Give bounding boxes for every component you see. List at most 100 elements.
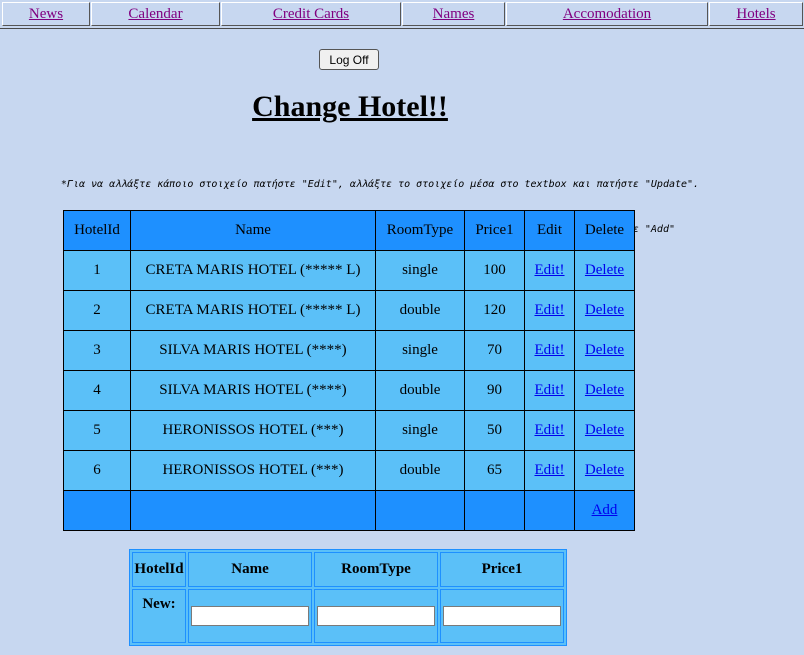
hotel-table: HotelId Name RoomType Price1 Edit Delete… (63, 210, 635, 531)
cell-delete: Delete (574, 410, 635, 451)
cell-name: HERONISSOS HOTEL (***) (130, 410, 376, 451)
header-price1: Price1 (464, 210, 525, 251)
cell-name: HERONISSOS HOTEL (***) (130, 450, 376, 491)
edit-link[interactable]: Edit! (535, 262, 565, 278)
nav-link-accomodation[interactable]: Accomodation (563, 6, 651, 22)
cell-roomtype: double (375, 450, 465, 491)
header-edit: Edit (524, 210, 575, 251)
nav-link-news[interactable]: News (29, 6, 63, 22)
cell-edit: Edit! (524, 450, 575, 491)
cell-roomtype: single (375, 250, 465, 291)
cell-hotelid: 1 (63, 250, 131, 291)
add-form-table: HotelId Name RoomType Price1 New: (129, 549, 567, 646)
table-header-row: HotelId Name RoomType Price1 Edit Delete (63, 210, 635, 251)
add-name-input[interactable] (191, 606, 309, 626)
delete-link[interactable]: Delete (585, 302, 624, 318)
footer-empty-cell (375, 490, 465, 531)
cell-name: SILVA MARIS HOTEL (****) (130, 330, 376, 371)
cell-price: 50 (464, 410, 525, 451)
nav-cell-calendar: Calendar (91, 2, 220, 26)
cell-name: SILVA MARIS HOTEL (****) (130, 370, 376, 411)
cell-hotelid: 3 (63, 330, 131, 371)
cell-delete: Delete (574, 370, 635, 411)
new-label: New: (132, 589, 186, 643)
cell-edit: Edit! (524, 250, 575, 291)
footer-empty-cell (63, 490, 131, 531)
add-header-name: Name (188, 552, 312, 587)
nav-cell-news: News (2, 2, 90, 26)
nav-cell-hotels: Hotels (709, 2, 803, 26)
edit-link[interactable]: Edit! (535, 382, 565, 398)
nav-link-calendar[interactable]: Calendar (128, 6, 182, 22)
add-header-hotelid: HotelId (132, 552, 186, 587)
delete-link[interactable]: Delete (585, 342, 624, 358)
table-footer-row: Add (63, 490, 635, 531)
add-roomtype-cell (314, 589, 438, 643)
cell-name: CRETA MARIS HOTEL (***** L) (130, 290, 376, 331)
table-row: 5 HERONISSOS HOTEL (***) single 50 Edit!… (63, 410, 635, 451)
table-row: 2 CRETA MARIS HOTEL (***** L) double 120… (63, 290, 635, 331)
cell-roomtype: double (375, 370, 465, 411)
cell-edit: Edit! (524, 330, 575, 371)
footer-empty-cell (464, 490, 525, 531)
header-roomtype: RoomType (375, 210, 465, 251)
cell-delete: Delete (574, 250, 635, 291)
cell-edit: Edit! (524, 370, 575, 411)
table-row: 6 HERONISSOS HOTEL (***) double 65 Edit!… (63, 450, 635, 491)
cell-price: 90 (464, 370, 525, 411)
cell-hotelid: 2 (63, 290, 131, 331)
cell-roomtype: single (375, 330, 465, 371)
cell-edit: Edit! (524, 290, 575, 331)
delete-link[interactable]: Delete (585, 262, 624, 278)
nav-cell-accomodation: Accomodation (506, 2, 708, 26)
cell-price: 100 (464, 250, 525, 291)
cell-hotelid: 6 (63, 450, 131, 491)
add-roomtype-input[interactable] (317, 606, 435, 626)
instruction-edit: *Για να αλλάξτε κάποιο στοιχείο πατήστε … (60, 179, 700, 190)
add-price-cell (440, 589, 564, 643)
delete-link[interactable]: Delete (585, 462, 624, 478)
cell-hotelid: 4 (63, 370, 131, 411)
cell-price: 120 (464, 290, 525, 331)
delete-link[interactable]: Delete (585, 382, 624, 398)
footer-empty-cell (524, 490, 575, 531)
header-hotelid: HotelId (63, 210, 131, 251)
cell-price: 65 (464, 450, 525, 491)
cell-delete: Delete (574, 330, 635, 371)
log-off-button[interactable]: Log Off (319, 49, 379, 70)
add-name-cell (188, 589, 312, 643)
footer-add-cell: Add (574, 490, 635, 531)
table-row: 3 SILVA MARIS HOTEL (****) single 70 Edi… (63, 330, 635, 371)
footer-empty-cell (130, 490, 376, 531)
add-form-header-row: HotelId Name RoomType Price1 (132, 552, 564, 587)
cell-hotelid: 5 (63, 410, 131, 451)
add-link[interactable]: Add (592, 502, 618, 518)
nav-link-hotels[interactable]: Hotels (736, 6, 775, 22)
nav-cell-names: Names (402, 2, 505, 26)
cell-delete: Delete (574, 290, 635, 331)
edit-link[interactable]: Edit! (535, 342, 565, 358)
add-price-input[interactable] (443, 606, 561, 626)
edit-link[interactable]: Edit! (535, 462, 565, 478)
add-header-price1: Price1 (440, 552, 564, 587)
top-nav: News Calendar Credit Cards Names Accomod… (0, 0, 804, 29)
add-header-roomtype: RoomType (314, 552, 438, 587)
nav-link-names[interactable]: Names (433, 6, 475, 22)
cell-name: CRETA MARIS HOTEL (***** L) (130, 250, 376, 291)
cell-roomtype: double (375, 290, 465, 331)
cell-roomtype: single (375, 410, 465, 451)
nav-cell-credit-cards: Credit Cards (221, 2, 401, 26)
cell-price: 70 (464, 330, 525, 371)
page-title: Change Hotel!! (252, 90, 448, 123)
cell-delete: Delete (574, 450, 635, 491)
edit-link[interactable]: Edit! (535, 422, 565, 438)
table-row: 4 SILVA MARIS HOTEL (****) double 90 Edi… (63, 370, 635, 411)
edit-link[interactable]: Edit! (535, 302, 565, 318)
delete-link[interactable]: Delete (585, 422, 624, 438)
table-row: 1 CRETA MARIS HOTEL (***** L) single 100… (63, 250, 635, 291)
cell-edit: Edit! (524, 410, 575, 451)
header-delete: Delete (574, 210, 635, 251)
nav-link-credit-cards[interactable]: Credit Cards (273, 6, 349, 22)
add-form-input-row: New: (132, 589, 564, 643)
header-name: Name (130, 210, 376, 251)
